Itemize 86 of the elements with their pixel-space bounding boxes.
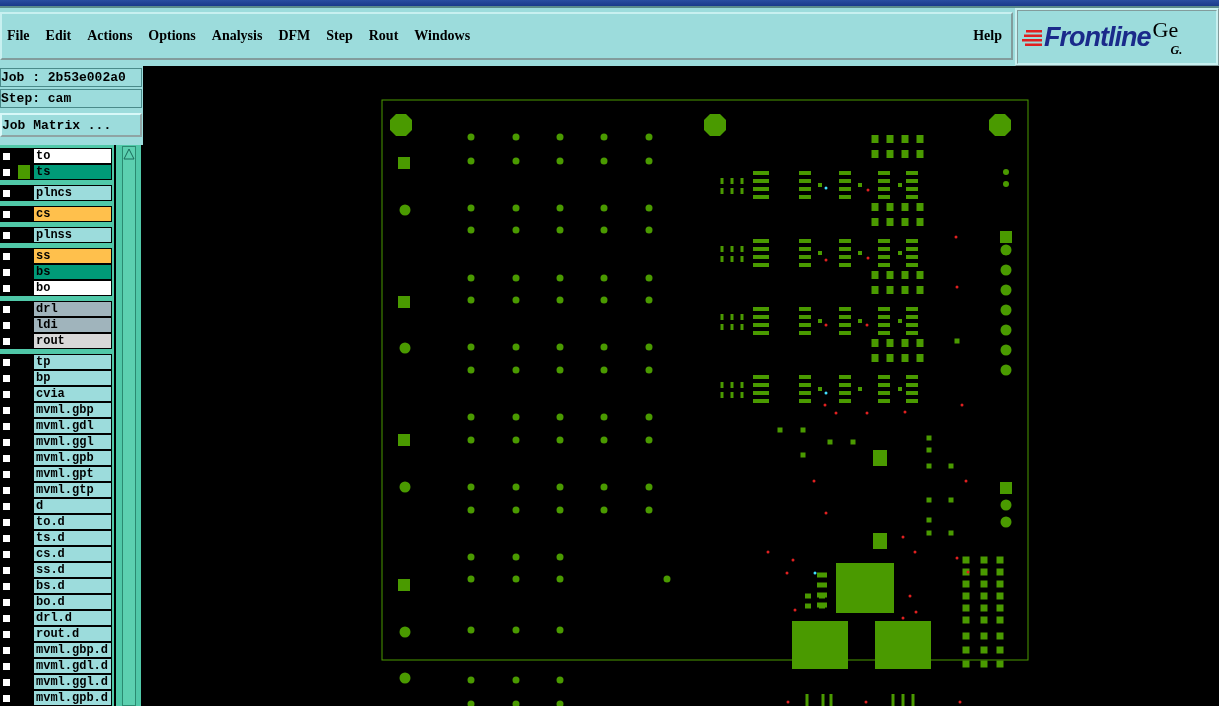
layer-checkbox[interactable] <box>1 516 12 528</box>
menu-item[interactable]: Rout <box>367 26 400 46</box>
layer-checkbox[interactable] <box>1 388 12 400</box>
layer-name[interactable]: mvml.gpb <box>33 450 112 466</box>
layer-name[interactable]: mvml.gbp.d <box>33 642 112 658</box>
layer-name[interactable]: rout <box>33 333 112 349</box>
layer-checkbox[interactable] <box>1 452 12 464</box>
layer-checkbox[interactable] <box>1 500 12 512</box>
layer-checkbox[interactable] <box>1 266 12 278</box>
layer-name[interactable]: bo.d <box>33 594 112 610</box>
layer-checkbox[interactable] <box>1 303 12 315</box>
layer-name[interactable]: mvml.ggl.d <box>33 674 112 690</box>
job-matrix-button[interactable]: Job Matrix ... <box>0 113 142 137</box>
layer-checkbox[interactable] <box>1 208 12 220</box>
layer-name[interactable]: mvml.ggl <box>33 434 112 450</box>
layer-checkbox[interactable] <box>1 564 12 576</box>
speed-lines-icon <box>1022 27 1042 47</box>
layer-checkbox[interactable] <box>1 596 12 608</box>
layer-name[interactable]: bs.d <box>33 578 112 594</box>
layer-name[interactable]: cs <box>33 206 112 222</box>
scroll-up-arrow-icon[interactable] <box>122 147 135 161</box>
scrollbar[interactable] <box>114 145 141 706</box>
layer-name[interactable]: cvia <box>33 386 112 402</box>
menu-item[interactable]: Edit <box>44 26 73 46</box>
layer-checkbox[interactable] <box>1 692 12 704</box>
layer-name[interactable]: drl.d <box>33 610 112 626</box>
layer-checkbox[interactable] <box>1 229 12 241</box>
layer-checkbox[interactable] <box>1 319 12 331</box>
layer-name[interactable]: ss.d <box>33 562 112 578</box>
layer-checkbox[interactable] <box>1 484 12 496</box>
app-subtitle: G. <box>1169 42 1183 58</box>
layer-checkbox[interactable] <box>1 166 12 178</box>
help-menu[interactable]: Help <box>972 26 1003 46</box>
layer-name[interactable]: cs.d <box>33 546 112 562</box>
layer-name[interactable]: plncs <box>33 185 112 201</box>
layer-checkbox[interactable] <box>1 436 12 448</box>
layer-name[interactable]: rout.d <box>33 626 112 642</box>
layer-checkbox[interactable] <box>1 150 12 162</box>
layer-checkbox[interactable] <box>1 676 12 688</box>
layer-checkbox[interactable] <box>1 548 12 560</box>
layer-name[interactable]: mvml.gbp <box>33 402 112 418</box>
layer-name[interactable]: mvml.gpt <box>33 466 112 482</box>
layer-name[interactable]: bp <box>33 370 112 386</box>
layer-name[interactable]: tp <box>33 354 112 370</box>
layer-checkbox[interactable] <box>1 644 12 656</box>
layer-name[interactable]: ts <box>33 164 112 180</box>
menu-item[interactable]: File <box>6 26 31 46</box>
layer-name[interactable]: ts.d <box>33 530 112 546</box>
step-label: Step: cam <box>0 89 142 108</box>
display-swatch[interactable] <box>18 165 30 179</box>
layer-checkbox[interactable] <box>1 468 12 480</box>
layer-name[interactable]: d <box>33 498 112 514</box>
layer-checkbox[interactable] <box>1 612 12 624</box>
layer-checkbox[interactable] <box>1 335 12 347</box>
menu-item[interactable]: Actions <box>86 26 134 46</box>
layer-checkbox[interactable] <box>1 660 12 672</box>
layer-checkbox[interactable] <box>1 187 12 199</box>
app-title: Ge <box>1152 16 1180 43</box>
layer-checkbox[interactable] <box>1 356 12 368</box>
layer-name[interactable]: bo <box>33 280 112 296</box>
layer-checkbox[interactable] <box>1 282 12 294</box>
layer-checkbox[interactable] <box>1 420 12 432</box>
brand-logo: Frontline <box>1044 21 1151 53</box>
layer-name[interactable]: to.d <box>33 514 112 530</box>
job-label: Job : 2b53e002a0 <box>0 68 142 87</box>
layer-checkbox[interactable] <box>1 372 12 384</box>
layer-name[interactable]: mvml.gpb.d <box>33 690 112 706</box>
layer-name[interactable]: plnss <box>33 227 112 243</box>
layer-checkbox[interactable] <box>1 250 12 262</box>
layer-name[interactable]: mvml.gtp <box>33 482 112 498</box>
menu-item[interactable]: Analysis <box>210 26 264 46</box>
layer-checkbox[interactable] <box>1 628 12 640</box>
layer-name[interactable]: ldi <box>33 317 112 333</box>
menu-item[interactable]: Step <box>325 26 354 46</box>
layer-checkbox[interactable] <box>1 404 12 416</box>
menu-item[interactable]: Options <box>147 26 197 46</box>
layer-name[interactable]: drl <box>33 301 112 317</box>
layer-name[interactable]: to <box>33 148 112 164</box>
layer-name[interactable]: ss <box>33 248 112 264</box>
menu-item[interactable]: Windows <box>413 26 472 46</box>
menu-item[interactable]: DFM <box>277 26 312 46</box>
layer-name[interactable]: mvml.gdl.d <box>33 658 112 674</box>
layer-name[interactable]: mvml.gdl <box>33 418 112 434</box>
layer-name[interactable]: bs <box>33 264 112 280</box>
layer-checkbox[interactable] <box>1 532 12 544</box>
layer-checkbox[interactable] <box>1 580 12 592</box>
